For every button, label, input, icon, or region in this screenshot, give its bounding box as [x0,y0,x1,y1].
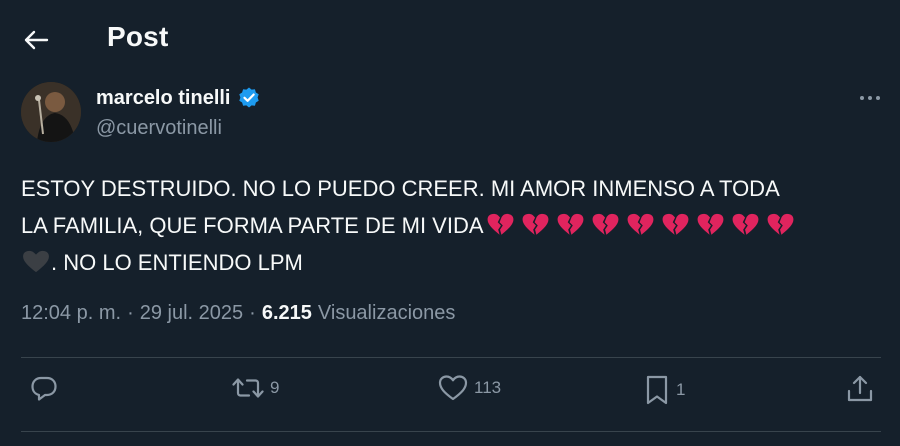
broken-heart-icon [592,213,618,235]
repost-icon [232,378,264,398]
like-count: 113 [474,378,502,397]
reply-icon [31,376,57,401]
repost-count: 9 [270,378,280,397]
broken-heart-icon [487,213,513,235]
more-dot-icon [860,96,864,100]
broken-hearts-group [486,213,795,237]
post-header: Post [0,0,900,76]
meta-separator: · [127,302,134,324]
broken-heart-icon [522,213,548,235]
bookmark-count: 1 [676,380,686,399]
tweet-line-3: . NO LO ENTIENDO LPM [21,244,883,281]
divider [21,357,881,358]
tweet-meta: 12:04 p. m. · 29 jul. 2025 · 6.215 Visua… [21,302,455,325]
like-button[interactable]: 113 [438,374,501,402]
more-dot-icon [876,96,880,100]
views-label: Visualizaciones [317,302,456,324]
page-title: Post [107,21,169,52]
broken-heart-icon [697,213,723,235]
broken-heart-icon [662,213,688,235]
divider [21,431,881,432]
meta-separator: · [249,302,256,324]
share-icon [847,375,873,402]
broken-heart-icon [557,213,583,235]
avatar[interactable] [21,82,81,142]
broken-heart-icon [767,213,793,235]
tweet-line-2: LA FAMILIA, QUE FORMA PARTE DE MI VIDA [21,207,883,244]
heart-icon [438,375,468,401]
broken-heart-icon [627,213,653,235]
avatar-image [21,82,81,142]
arrow-left-icon [24,30,49,50]
share-button[interactable] [846,374,874,404]
tweet-time[interactable]: 12:04 p. m. [21,302,121,325]
bookmark-button[interactable]: 1 [644,374,685,406]
tweet-text: ESTOY DESTRUIDO. NO LO PUEDO CREER. MI A… [21,170,883,281]
views-count: 6.215 [261,302,312,324]
tweet-date[interactable]: 29 jul. 2025 [140,302,243,325]
post-page: Post marcelo tinelli @cuervotinelli ESTO… [0,0,900,446]
verified-badge-icon [238,87,259,108]
tweet-line-2-text: LA FAMILIA, QUE FORMA PARTE DE MI VIDA [21,213,484,238]
author-name-row: marcelo tinelli [96,86,261,110]
more-dot-icon [868,96,872,100]
broken-heart-icon [732,213,758,235]
repost-button[interactable]: 9 [232,374,279,402]
bookmark-icon [646,375,668,405]
tweet-line-3-text: . NO LO ENTIENDO LPM [51,250,303,275]
reply-button[interactable] [30,374,64,402]
black-heart-icon [23,250,49,273]
author-name[interactable]: marcelo tinelli [96,87,231,110]
tweet-line-1: ESTOY DESTRUIDO. NO LO PUEDO CREER. MI A… [21,176,780,201]
author-handle[interactable]: @cuervotinelli [96,117,222,140]
back-button[interactable] [18,22,54,58]
more-options-button[interactable] [852,84,888,112]
